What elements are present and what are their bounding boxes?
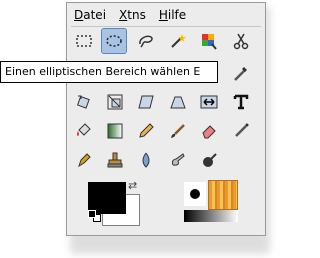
pencil-tool[interactable] [135, 120, 157, 142]
color-picker-tool[interactable] [230, 62, 252, 84]
default-colors-fg-icon[interactable] [88, 210, 96, 218]
tooltip: Einen elliptischen Bereich wählen E [0, 61, 218, 83]
blur-icon [142, 152, 150, 168]
select-by-color-icon [202, 34, 217, 50]
ink-tool[interactable] [73, 149, 95, 171]
fuzzy-select-icon [171, 34, 186, 48]
gradient-preview[interactable] [184, 210, 238, 222]
clone-icon [107, 152, 123, 168]
swap-colors-icon[interactable]: ⇄ [128, 179, 142, 193]
smudge-tool[interactable] [167, 149, 189, 171]
perspective-tool[interactable] [167, 91, 189, 113]
free-select-tool[interactable] [135, 30, 157, 52]
dodge-burn-tool[interactable] [198, 149, 220, 171]
paintbrush-icon [171, 124, 185, 138]
shear-tool[interactable] [135, 91, 157, 113]
shear-icon [138, 95, 154, 109]
free-select-icon [139, 35, 153, 48]
scissors-select-tool[interactable] [230, 30, 252, 52]
ink-icon [78, 153, 91, 168]
scale-tool[interactable] [104, 91, 126, 113]
menu-datei[interactable]: Datei [67, 8, 112, 22]
rectangle-select-tool[interactable] [73, 30, 95, 52]
menubar: Datei Xtns Hilfe [67, 3, 265, 27]
eraser-tool[interactable] [198, 120, 220, 142]
menu-hilfe[interactable]: Hilfe [152, 8, 192, 22]
scale-icon [107, 94, 123, 110]
menu-xtns[interactable]: Xtns [112, 8, 152, 22]
flip-tool[interactable] [198, 91, 220, 113]
pattern-preview[interactable] [208, 180, 238, 210]
bucket-fill-tool[interactable] [73, 120, 95, 142]
color-picker-icon [234, 67, 247, 81]
rotate-tool[interactable] [73, 91, 95, 113]
fuzzy-select-tool[interactable] [167, 30, 189, 52]
rectangle-select-icon [76, 35, 92, 47]
airbrush-icon [235, 123, 249, 137]
rotate-icon [76, 95, 90, 109]
blur-tool[interactable] [135, 149, 157, 171]
perspective-icon [170, 96, 186, 109]
eraser-icon [202, 125, 216, 139]
ellipse-select-icon [106, 35, 122, 47]
text-icon [233, 94, 249, 110]
bucket-fill-icon [77, 123, 91, 136]
brush-preview[interactable] [184, 182, 206, 206]
ellipse-select-tool[interactable] [101, 28, 127, 54]
text-tool[interactable] [230, 91, 252, 113]
dodge-burn-icon [203, 153, 217, 167]
flip-icon [200, 95, 218, 109]
smudge-icon [171, 153, 185, 166]
airbrush-tool[interactable] [230, 120, 252, 142]
clone-tool[interactable] [104, 149, 126, 171]
blend-icon [107, 123, 123, 139]
brush-dot-icon [190, 189, 200, 199]
paintbrush-tool[interactable] [167, 120, 189, 142]
scissors-select-icon [233, 33, 249, 50]
blend-tool[interactable] [104, 120, 126, 142]
select-by-color-tool[interactable] [198, 30, 220, 52]
menubar-separator [71, 26, 261, 27]
pencil-icon [139, 123, 154, 138]
